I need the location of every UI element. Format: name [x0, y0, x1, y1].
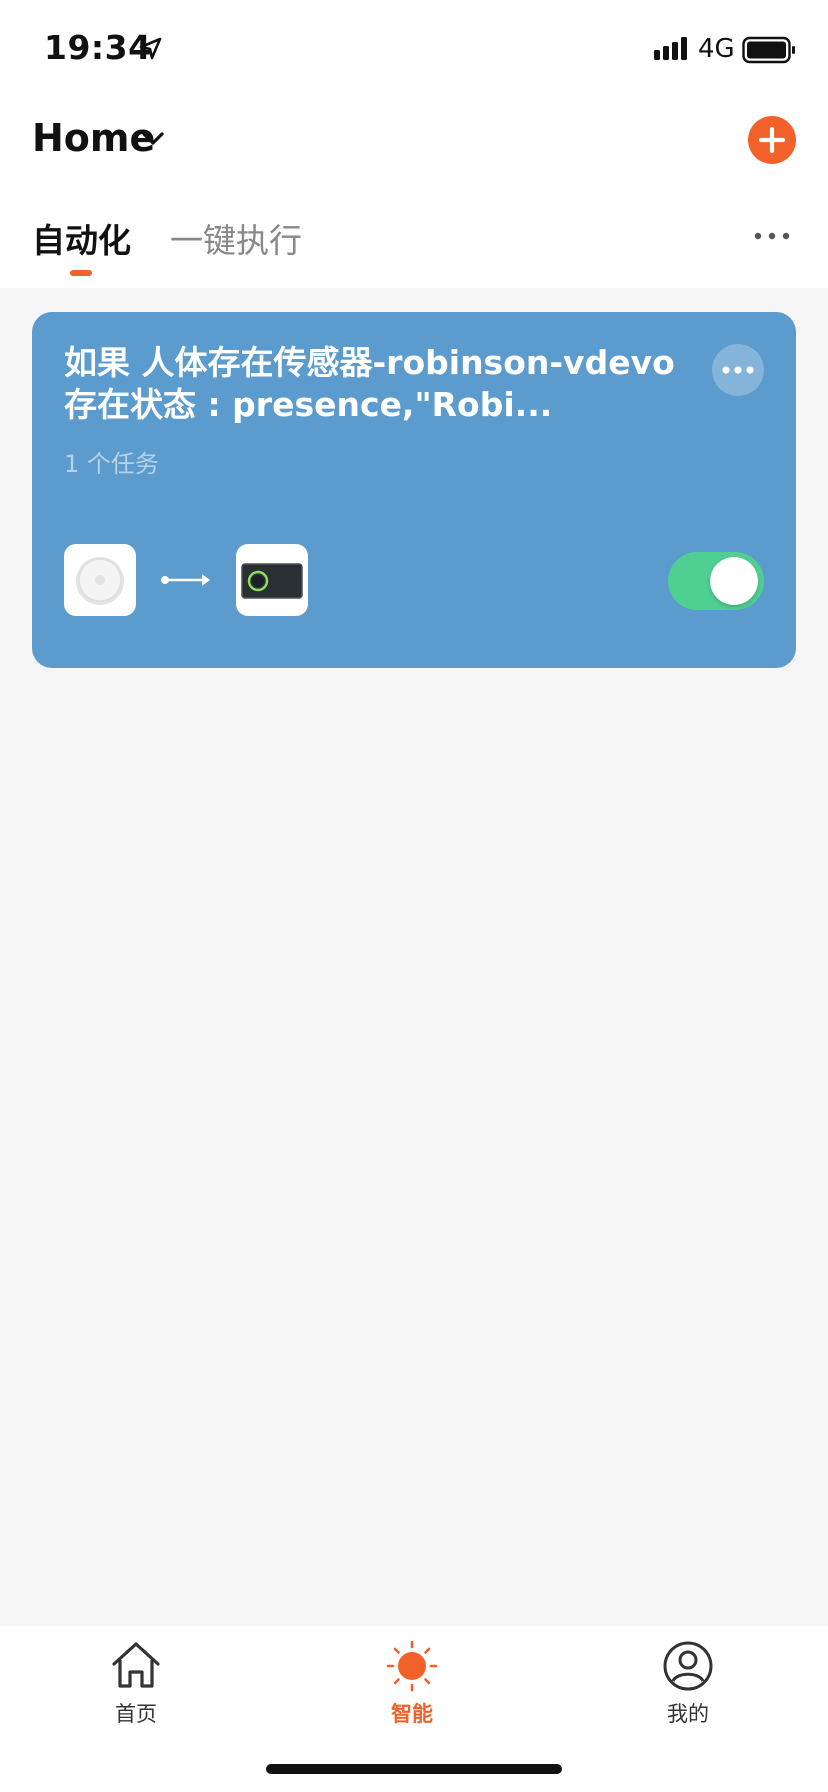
control-panel-icon — [241, 563, 303, 599]
nav-smart[interactable]: 智能 — [352, 1636, 472, 1736]
more-dots-icon[interactable] — [752, 230, 792, 242]
automation-card[interactable]: 如果 人体存在传感器-robinson-vdevo 存在状态 : presenc… — [32, 312, 796, 668]
home-indicator — [266, 1764, 562, 1774]
presence-sensor-icon — [76, 557, 124, 605]
more-dots-icon — [722, 366, 754, 374]
nav-home-label: 首页 — [115, 1702, 157, 1726]
task-count: 1 个任务 — [64, 450, 159, 478]
plus-icon — [758, 126, 786, 154]
action-device-tile — [236, 544, 308, 616]
chevron-down-icon[interactable] — [140, 128, 166, 148]
trigger-device-tile — [64, 544, 136, 616]
nav-home[interactable]: 首页 — [76, 1636, 196, 1736]
tab-automation[interactable]: 自动化 — [32, 214, 131, 262]
nav-me-label: 我的 — [667, 1702, 709, 1726]
add-button[interactable] — [748, 116, 796, 164]
nav-me[interactable]: 我的 — [628, 1636, 748, 1736]
network-type: 4G — [698, 34, 735, 64]
tab-one-click[interactable]: 一键执行 — [170, 214, 302, 262]
toggle-knob — [710, 557, 758, 605]
signal-bars-icon — [654, 37, 687, 60]
top-area: 19:34 4G Home 自动化 一键执行 — [0, 0, 828, 288]
sun-icon — [386, 1640, 438, 1692]
home-selector-title[interactable]: Home — [32, 116, 155, 160]
nav-smart-label: 智能 — [391, 1702, 433, 1726]
location-arrow-icon — [139, 37, 162, 60]
user-circle-icon — [663, 1641, 713, 1691]
flow-arrow-icon — [161, 574, 210, 586]
battery-icon — [742, 36, 795, 64]
house-icon — [112, 1642, 160, 1688]
bottom-tab-bar: 首页 智能 我的 — [0, 1626, 828, 1792]
active-tab-indicator — [70, 270, 92, 276]
status-time: 19:34 — [44, 28, 152, 67]
automation-title: 如果 人体存在传感器-robinson-vdevo 存在状态 : presenc… — [64, 343, 675, 424]
automation-enable-toggle[interactable] — [668, 552, 764, 610]
card-more-button[interactable] — [712, 344, 764, 396]
